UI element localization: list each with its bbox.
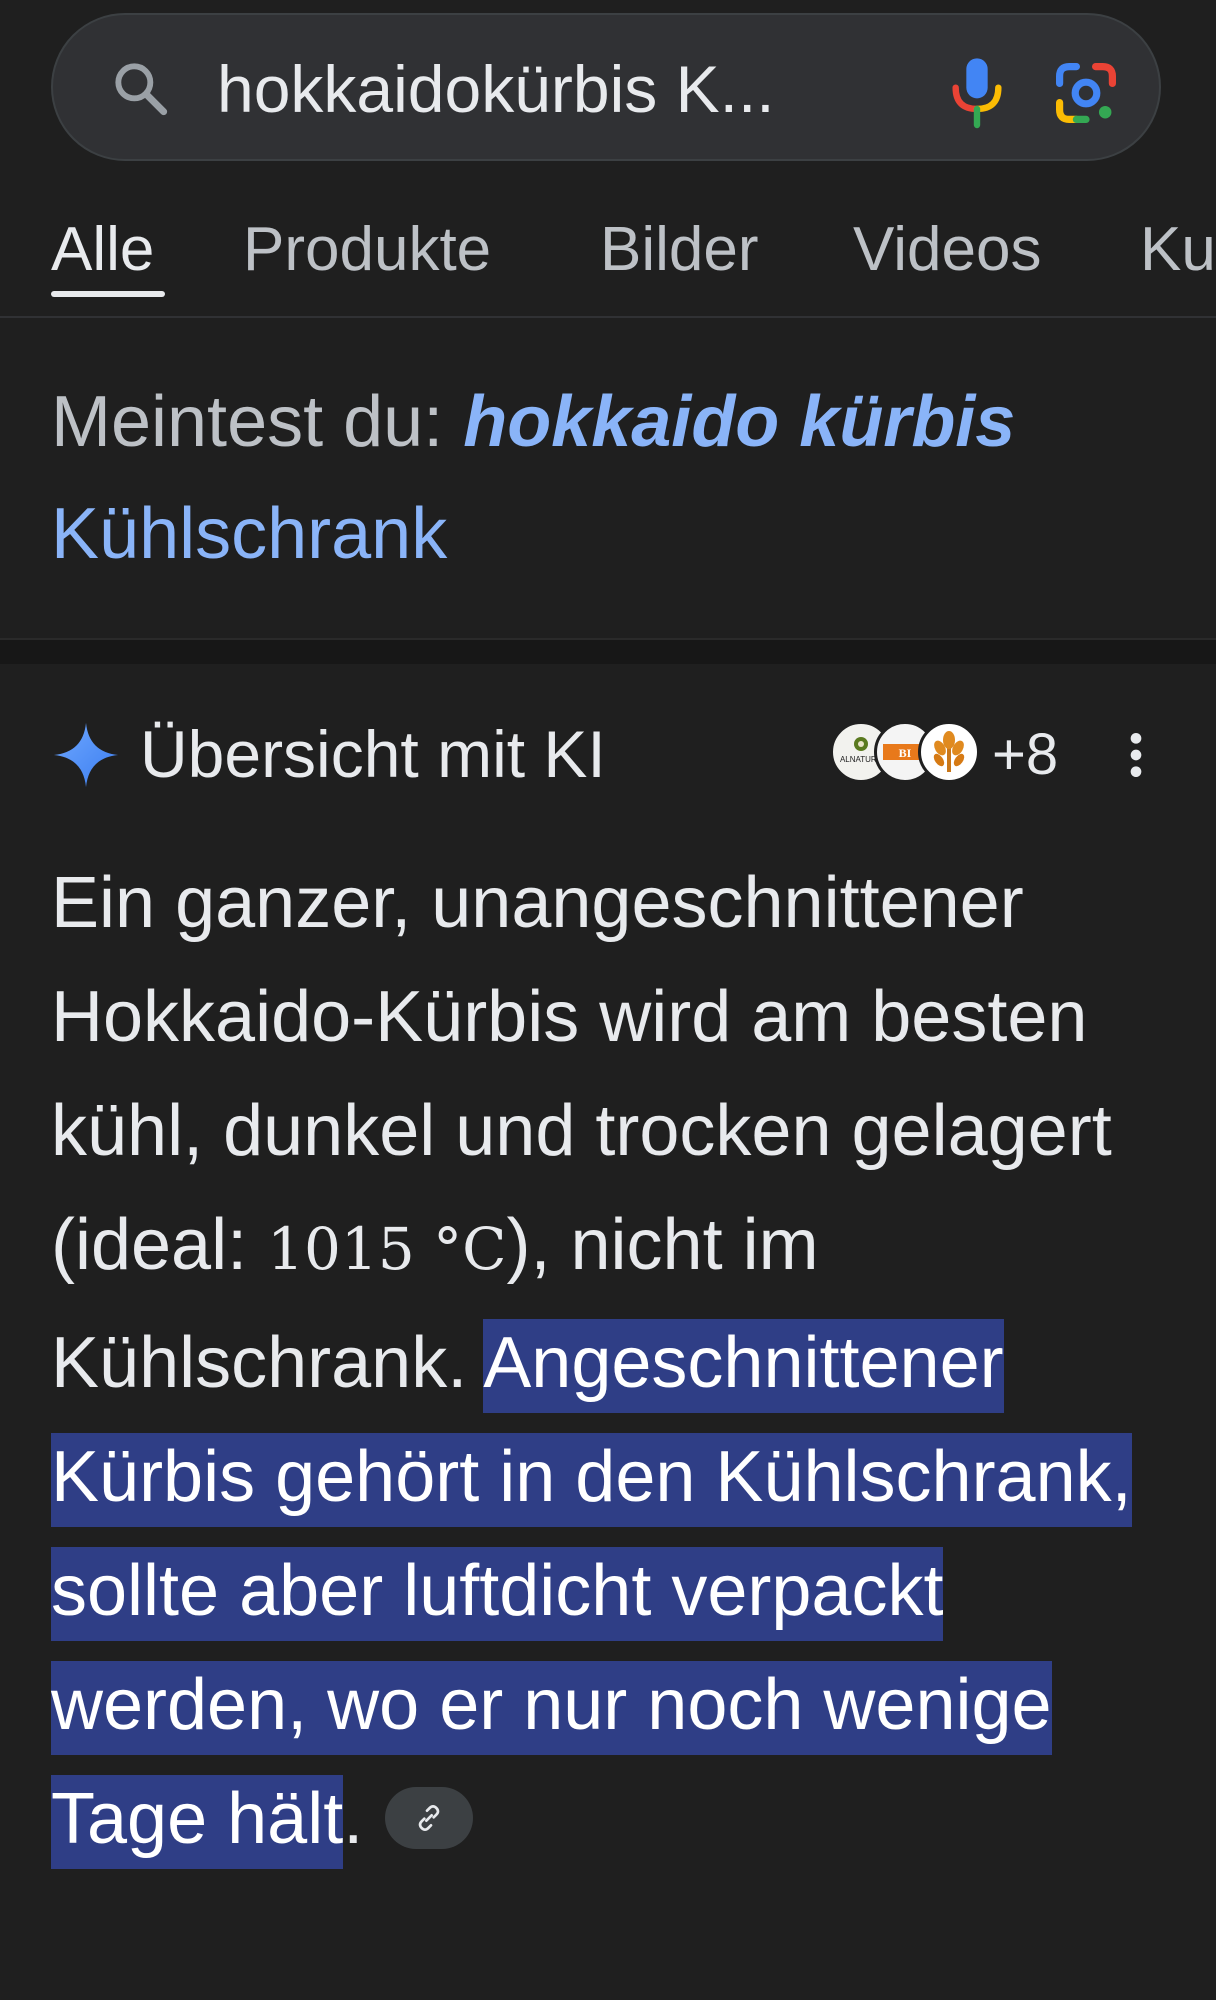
- tab-videos[interactable]: Videos: [853, 208, 1041, 292]
- svg-text:BI: BI: [899, 746, 912, 760]
- wheat-logo-icon: [933, 731, 965, 772]
- ai-overview-header: Übersicht mit KI ALNATURA BI +8: [0, 700, 1216, 810]
- search-icon[interactable]: [109, 57, 173, 121]
- more-vert-icon[interactable]: [1118, 730, 1154, 780]
- mic-icon[interactable]: [945, 53, 1009, 133]
- google-lens-icon[interactable]: [1049, 57, 1123, 129]
- sparkle-icon: [53, 722, 119, 788]
- source-count[interactable]: +8: [992, 720, 1058, 790]
- temperature-value: 1015 °C: [267, 1215, 507, 1283]
- ai-overview-title: Übersicht mit KI: [140, 717, 606, 791]
- source-avatars[interactable]: ALNATURA BI: [830, 718, 1000, 788]
- tab-more[interactable]: Ku: [1140, 208, 1216, 292]
- link-icon: [418, 1804, 440, 1831]
- source-avatar[interactable]: [918, 721, 980, 783]
- suggestion-bold[interactable]: hokkaido kürbis: [463, 382, 1015, 462]
- tab-produkte[interactable]: Produkte: [243, 208, 491, 292]
- tab-alle[interactable]: Alle: [51, 208, 154, 292]
- suggestion-rest[interactable]: Kühlschrank: [51, 494, 447, 574]
- section-divider: [0, 638, 1216, 664]
- did-you-mean-prefix: Meintest du:: [51, 382, 444, 462]
- search-tabs: Alle Produkte Bilder Videos Ku: [0, 190, 1216, 318]
- source-link-button[interactable]: [385, 1786, 474, 1849]
- tab-bilder[interactable]: Bilder: [600, 208, 759, 292]
- search-header: hokkaidokürbis K...: [0, 0, 1216, 190]
- ai-overview-text: Ein ganzer, unangeschnittener Hokkaido-K…: [51, 846, 1181, 1876]
- did-you-mean: Meintest du: hokkaido kürbis Kühlschrank: [51, 366, 1171, 590]
- ai-text-end: .: [343, 1779, 364, 1859]
- search-input[interactable]: hokkaidokürbis K...: [217, 53, 775, 125]
- active-tab-indicator: [51, 291, 165, 297]
- search-bar[interactable]: hokkaidokürbis K...: [51, 13, 1161, 161]
